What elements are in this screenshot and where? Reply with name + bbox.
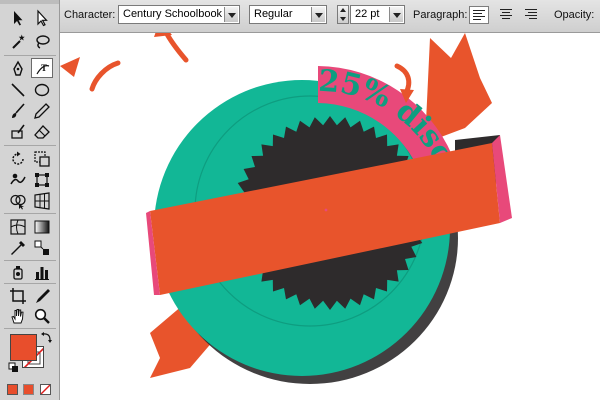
svg-text:T: T [41, 63, 47, 73]
align-right-button[interactable] [521, 6, 541, 24]
divider [4, 283, 56, 284]
divider [4, 213, 56, 214]
swap-fill-stroke-icon[interactable] [40, 330, 54, 344]
type-on-path-tool-icon[interactable]: T [31, 58, 53, 78]
scale-tool-icon[interactable] [31, 149, 53, 169]
annotation-arrowhead-tool [60, 57, 80, 77]
divider [4, 328, 56, 329]
color-mode-button[interactable] [7, 384, 18, 395]
annotation-arrow-font [163, 33, 189, 63]
warp-tool-icon[interactable] [7, 170, 29, 190]
gradient-tool-icon[interactable] [31, 217, 53, 237]
align-center-button[interactable] [496, 6, 516, 24]
selection-tool-icon[interactable] [7, 8, 29, 28]
control-bar: Character: Century Schoolbook Regular 22… [0, 0, 600, 33]
magic-wand-tool-icon[interactable] [7, 32, 29, 52]
align-left-button[interactable] [469, 6, 489, 24]
font-size-field[interactable]: 22 pt [350, 5, 405, 24]
hand-tool-icon[interactable] [7, 306, 29, 326]
perspective-grid-tool-icon[interactable] [31, 191, 53, 211]
chevron-down-icon[interactable] [311, 7, 325, 22]
eraser-tool-icon[interactable] [31, 122, 53, 142]
pencil-tool-icon[interactable] [31, 101, 53, 121]
blend-tool-icon[interactable] [31, 238, 53, 258]
column-graph-tool-icon[interactable] [31, 262, 53, 282]
font-style-value: Regular [254, 8, 293, 20]
paragraph-label: Paragraph: [413, 9, 468, 21]
lasso-tool-icon[interactable] [31, 32, 53, 52]
ellipse-tool-icon[interactable] [31, 80, 53, 100]
blob-brush-tool-icon[interactable] [7, 122, 29, 142]
artboard-canvas[interactable]: 25% disc [60, 33, 600, 400]
default-fill-stroke-icon[interactable] [8, 362, 20, 374]
chevron-down-icon[interactable] [224, 7, 238, 22]
mesh-tool-icon[interactable] [7, 217, 29, 237]
tools-panel-header[interactable] [0, 0, 59, 4]
free-transform-tool-icon[interactable] [31, 170, 53, 190]
divider [4, 145, 56, 146]
direct-selection-tool-icon[interactable] [31, 8, 53, 28]
symbol-sprayer-tool-icon[interactable] [7, 262, 29, 282]
divider [4, 260, 56, 261]
shape-builder-tool-icon[interactable] [7, 191, 29, 211]
rotate-tool-icon[interactable] [7, 149, 29, 169]
none-mode-button[interactable] [40, 384, 51, 395]
zoom-tool-icon[interactable] [31, 306, 53, 326]
tools-panel: T [0, 0, 60, 400]
annotation-arrow-tool [89, 60, 121, 92]
pen-tool-icon[interactable] [7, 59, 29, 79]
character-label: Character: [64, 9, 116, 21]
artboard-tool-icon[interactable] [7, 286, 29, 306]
paintbrush-tool-icon[interactable] [7, 101, 29, 121]
font-size-stepper[interactable] [337, 5, 349, 24]
slice-tool-icon[interactable] [31, 286, 53, 306]
line-segment-tool-icon[interactable] [7, 80, 29, 100]
font-family-value: Century Schoolbook [123, 8, 223, 20]
font-family-dropdown[interactable]: Century Schoolbook [118, 5, 240, 24]
center-point [324, 208, 328, 212]
gradient-mode-button[interactable] [23, 384, 34, 395]
opacity-label: Opacity: [554, 9, 595, 21]
chevron-down-icon[interactable] [389, 7, 403, 22]
fill-swatch[interactable] [10, 334, 37, 361]
eyedropper-tool-icon[interactable] [7, 238, 29, 258]
divider [4, 55, 56, 56]
font-style-dropdown[interactable]: Regular [249, 5, 327, 24]
font-size-value: 22 pt [355, 8, 380, 20]
